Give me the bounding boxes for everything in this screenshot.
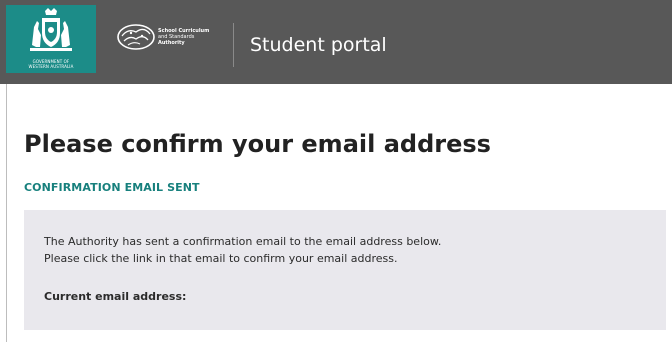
header-divider [233,23,234,67]
message-line: The Authority has sent a confirmation em… [44,235,442,248]
message-line: Please click the link in that email to c… [44,252,398,265]
page-title: Please confirm your email address [24,130,491,158]
scsa-emblem-icon [117,24,155,50]
portal-title[interactable]: Student portal [250,34,387,56]
site-header: GOVERNMENT OF WESTERN AUSTRALIA School C… [0,0,672,84]
gov-logo-text: WESTERN AUSTRALIA [28,64,74,69]
scsa-logo-text: Authority [158,40,185,46]
crest-icon [30,8,72,51]
scsa-logo[interactable]: School Curriculum and Standards Authorit… [116,22,226,62]
government-logo[interactable]: GOVERNMENT OF WESTERN AUSTRALIA [6,5,96,73]
current-email-label: Current email address: [44,290,187,303]
content-left-border [6,84,7,342]
status-heading: CONFIRMATION EMAIL SENT [24,181,200,194]
confirmation-message-panel: The Authority has sent a confirmation em… [24,210,666,330]
